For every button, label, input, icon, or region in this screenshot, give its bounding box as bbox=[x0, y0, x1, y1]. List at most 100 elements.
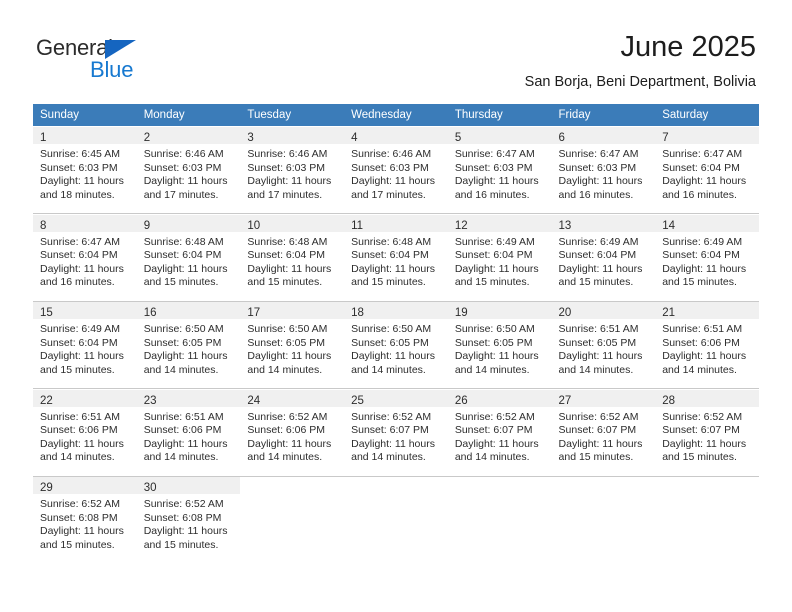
sunrise-text: Sunrise: 6:49 AM bbox=[558, 235, 639, 248]
calendar-grid: Sunday Monday Tuesday Wednesday Thursday… bbox=[33, 104, 759, 563]
daylight-text-line1: Daylight: 11 hours bbox=[558, 437, 643, 450]
daylight-text-line2: and 14 minutes. bbox=[351, 451, 426, 464]
daylight-text-line2: and 14 minutes. bbox=[40, 451, 115, 464]
day-cell-empty bbox=[447, 477, 552, 563]
sunrise-text: Sunrise: 6:49 AM bbox=[662, 235, 743, 248]
sunrise-text: Sunrise: 6:50 AM bbox=[454, 323, 535, 335]
sunrise-text: Sunrise: 6:52 AM bbox=[454, 410, 535, 423]
day-cell[interactable]: 21 Sunrise: 6:51 AM Sunset: 6:06 PM Dayligh… bbox=[655, 302, 759, 389]
day-number: 27 bbox=[558, 394, 572, 407]
day-number: 29 bbox=[40, 482, 53, 494]
day-cell[interactable]: 25 Sunrise: 6:52 AM Sunset: 6:07 PM Dayligh… bbox=[344, 389, 448, 476]
daylight-text-line1: Daylight: 11 hours bbox=[40, 525, 124, 538]
sunset-text: Sunset: 6:06 PM bbox=[40, 424, 118, 437]
sunrise-text: Sunrise: 6:51 AM bbox=[143, 410, 224, 423]
day-cell[interactable]: 16 Sunrise: 6:50 AM Sunset: 6:05 PM Dayligh… bbox=[136, 302, 241, 389]
day-number: 28 bbox=[662, 394, 676, 407]
sunset-text: Sunset: 6:04 PM bbox=[351, 249, 429, 262]
calendar-body: 1 Sunrise: 6:45 AM Sunset: 6:03 PM Daylight… bbox=[33, 126, 759, 563]
location-subtitle: San Borja, Beni Department, Bolivia bbox=[524, 74, 756, 90]
daylight-text-line1: Daylight: 11 hours bbox=[143, 262, 228, 275]
daylight-text-line1: Daylight: 11 hours bbox=[662, 175, 747, 188]
sunset-text: Sunset: 6:03 PM bbox=[247, 161, 326, 174]
sunrise-text: Sunrise: 6:49 AM bbox=[454, 235, 535, 248]
sunset-text: Sunset: 6:05 PM bbox=[351, 336, 429, 349]
sunrise-text: Sunrise: 6:50 AM bbox=[351, 323, 432, 335]
day-cell[interactable]: 3 Sunrise: 6:46 AM Sunset: 6:03 PM Daylight… bbox=[240, 127, 345, 214]
sunset-text: Sunset: 6:04 PM bbox=[40, 336, 118, 349]
sunrise-text: Sunrise: 6:50 AM bbox=[143, 323, 224, 335]
sunset-text: Sunset: 6:06 PM bbox=[247, 424, 326, 437]
sunset-text: Sunset: 6:06 PM bbox=[143, 424, 222, 437]
day-cell[interactable]: 22 Sunrise: 6:51 AM Sunset: 6:06 PM Dayligh… bbox=[33, 389, 137, 476]
sunset-text: Sunset: 6:03 PM bbox=[143, 161, 222, 174]
daylight-text-line1: Daylight: 11 hours bbox=[454, 262, 539, 275]
day-cell[interactable]: 10 Sunrise: 6:48 AM Sunset: 6:04 PM Dayligh… bbox=[240, 214, 345, 301]
day-cell[interactable]: 19 Sunrise: 6:50 AM Sunset: 6:05 PM Dayligh… bbox=[447, 302, 552, 389]
day-cell[interactable]: 17 Sunrise: 6:50 AM Sunset: 6:05 PM Dayligh… bbox=[240, 302, 345, 389]
sunrise-text: Sunrise: 6:52 AM bbox=[247, 410, 328, 423]
daylight-text-line1: Daylight: 11 hours bbox=[662, 350, 747, 363]
daylight-text-line1: Daylight: 11 hours bbox=[351, 262, 435, 275]
day-number: 13 bbox=[558, 219, 572, 232]
daylight-text-line2: and 15 minutes. bbox=[143, 276, 219, 289]
sunset-text: Sunset: 6:03 PM bbox=[351, 161, 429, 174]
day-cell[interactable]: 18 Sunrise: 6:50 AM Sunset: 6:05 PM Dayligh… bbox=[344, 302, 448, 389]
sunset-text: Sunset: 6:08 PM bbox=[40, 511, 118, 524]
page-header: General Blue June 2025 San Borja, Beni D… bbox=[0, 0, 792, 100]
day-number: 21 bbox=[662, 307, 676, 319]
day-cell[interactable]: 27 Sunrise: 6:52 AM Sunset: 6:07 PM Dayligh… bbox=[551, 389, 656, 476]
column-header-sunday: Sunday bbox=[33, 104, 137, 126]
daylight-text-line1: Daylight: 11 hours bbox=[247, 175, 332, 188]
daylight-text-line2: and 14 minutes. bbox=[454, 451, 530, 464]
sunrise-text: Sunrise: 6:51 AM bbox=[40, 410, 120, 423]
sunset-text: Sunset: 6:04 PM bbox=[247, 249, 326, 262]
daylight-text-line2: and 15 minutes. bbox=[247, 276, 323, 289]
day-cell[interactable]: 23 Sunrise: 6:51 AM Sunset: 6:06 PM Dayligh… bbox=[136, 389, 241, 476]
day-cell[interactable]: 14 Sunrise: 6:49 AM Sunset: 6:04 PM Dayligh… bbox=[655, 214, 759, 301]
day-cell[interactable]: 8 Sunrise: 6:47 AM Sunset: 6:04 PM Daylight… bbox=[33, 214, 137, 301]
day-cell[interactable]: 11 Sunrise: 6:48 AM Sunset: 6:04 PM Dayligh… bbox=[344, 214, 448, 301]
daylight-text-line2: and 14 minutes. bbox=[247, 451, 323, 464]
day-cell[interactable]: 4 Sunrise: 6:46 AM Sunset: 6:03 PM Daylight… bbox=[344, 127, 448, 214]
day-number: 18 bbox=[351, 307, 364, 319]
day-cell[interactable]: 28 Sunrise: 6:52 AM Sunset: 6:07 PM Dayligh… bbox=[655, 389, 759, 476]
day-cell[interactable]: 26 Sunrise: 6:52 AM Sunset: 6:07 PM Dayligh… bbox=[447, 389, 552, 476]
sunset-text: Sunset: 6:05 PM bbox=[454, 336, 533, 349]
day-cell[interactable]: 6 Sunrise: 6:47 AM Sunset: 6:03 PM Daylight… bbox=[551, 127, 656, 214]
sunrise-text: Sunrise: 6:52 AM bbox=[351, 410, 432, 423]
day-cell[interactable]: 9 Sunrise: 6:48 AM Sunset: 6:04 PM Daylight… bbox=[136, 214, 241, 301]
column-header-friday: Friday bbox=[551, 104, 656, 126]
daylight-text-line2: and 16 minutes. bbox=[662, 188, 737, 201]
day-number: 2 bbox=[143, 132, 151, 144]
daylight-text-line2: and 14 minutes. bbox=[247, 363, 323, 376]
daylight-text-line2: and 15 minutes. bbox=[662, 276, 737, 289]
sunset-text: Sunset: 6:04 PM bbox=[454, 249, 533, 262]
day-cell[interactable]: 5 Sunrise: 6:47 AM Sunset: 6:03 PM Daylight… bbox=[447, 127, 552, 214]
general-blue-logo[interactable]: General Blue bbox=[36, 36, 236, 84]
day-cell[interactable]: 24 Sunrise: 6:52 AM Sunset: 6:06 PM Dayligh… bbox=[240, 389, 345, 476]
sunset-text: Sunset: 6:03 PM bbox=[40, 161, 118, 174]
day-cell[interactable]: 7 Sunrise: 6:47 AM Sunset: 6:04 PM Daylight… bbox=[655, 127, 759, 214]
day-cell[interactable]: 30 Sunrise: 6:52 AM Sunset: 6:08 PM Dayligh… bbox=[136, 477, 241, 563]
daylight-text-line1: Daylight: 11 hours bbox=[143, 525, 228, 538]
sunrise-text: Sunrise: 6:48 AM bbox=[143, 235, 224, 248]
daylight-text-line2: and 15 minutes. bbox=[558, 451, 634, 464]
calendar-page: General Blue June 2025 San Borja, Beni D… bbox=[0, 0, 792, 612]
daylight-text-line1: Daylight: 11 hours bbox=[143, 175, 228, 188]
daylight-text-line1: Daylight: 11 hours bbox=[40, 175, 124, 188]
day-cell[interactable]: 1 Sunrise: 6:45 AM Sunset: 6:03 PM Daylight… bbox=[33, 127, 137, 214]
day-cell[interactable]: 20 Sunrise: 6:51 AM Sunset: 6:05 PM Dayligh… bbox=[551, 302, 656, 389]
day-cell[interactable]: 15 Sunrise: 6:49 AM Sunset: 6:04 PM Dayligh… bbox=[33, 302, 137, 389]
day-cell[interactable]: 13 Sunrise: 6:49 AM Sunset: 6:04 PM Dayligh… bbox=[551, 214, 656, 301]
day-cell[interactable]: 29 Sunrise: 6:52 AM Sunset: 6:08 PM Dayligh… bbox=[33, 477, 137, 563]
day-cell-empty bbox=[344, 477, 448, 563]
sunrise-text: Sunrise: 6:51 AM bbox=[662, 323, 743, 335]
day-cell[interactable]: 12 Sunrise: 6:49 AM Sunset: 6:04 PM Dayligh… bbox=[447, 214, 552, 301]
day-number: 7 bbox=[662, 132, 669, 144]
sunrise-text: Sunrise: 6:52 AM bbox=[143, 498, 224, 510]
column-header-saturday: Saturday bbox=[655, 104, 759, 126]
daylight-text-line1: Daylight: 11 hours bbox=[247, 437, 332, 450]
daylight-text-line1: Daylight: 11 hours bbox=[143, 350, 228, 363]
day-cell[interactable]: 2 Sunrise: 6:46 AM Sunset: 6:03 PM Daylight… bbox=[136, 127, 241, 214]
